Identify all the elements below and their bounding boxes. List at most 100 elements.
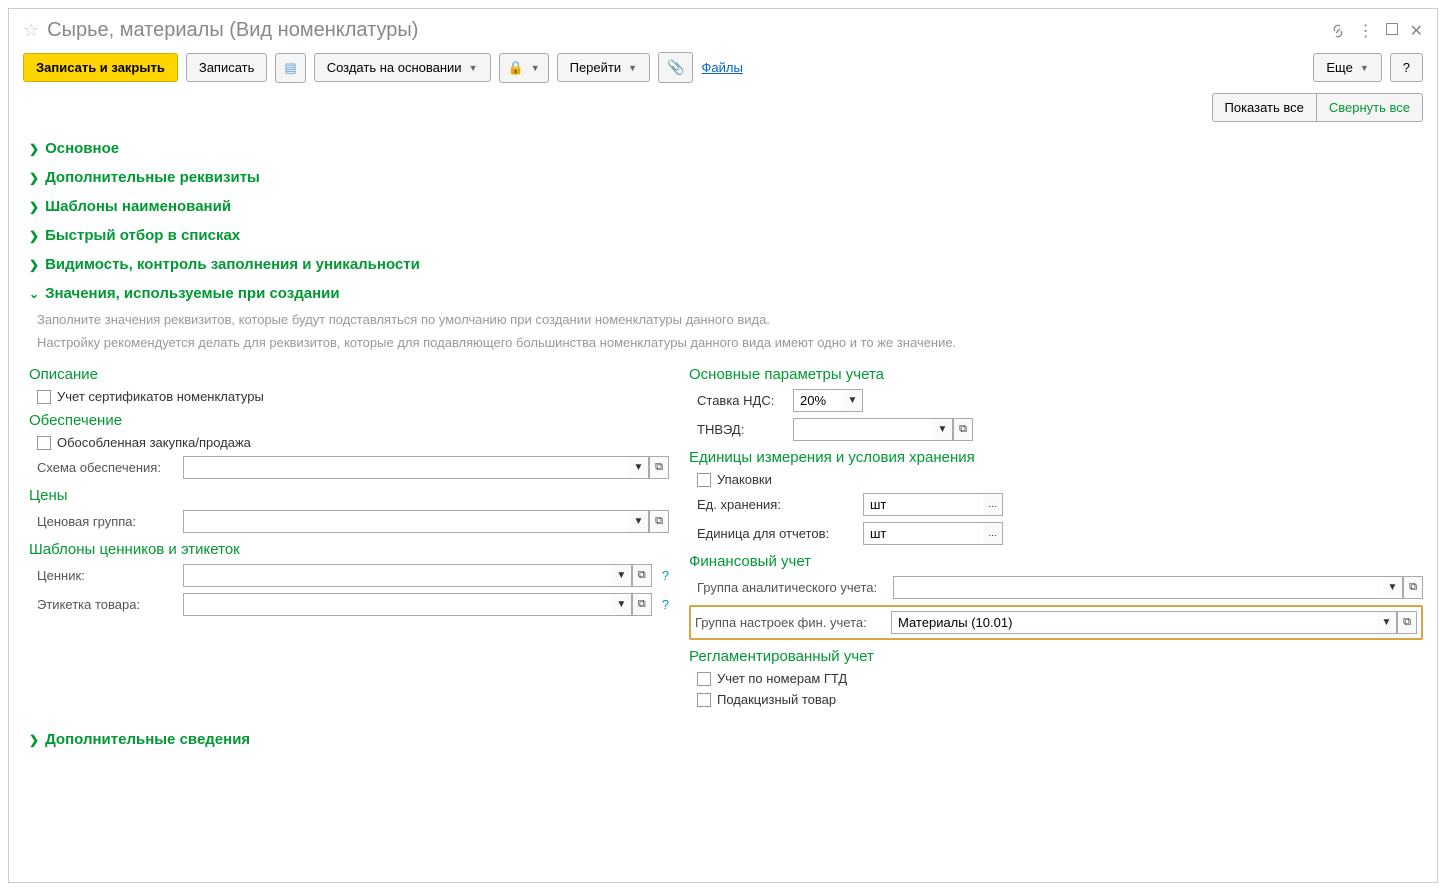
price-tag-row: Ценник: ▼ ⧉ ? bbox=[37, 564, 669, 587]
section-additional[interactable]: ❯Дополнительные реквизиты bbox=[29, 163, 1423, 192]
help-icon[interactable]: ? bbox=[662, 568, 669, 583]
provision-scheme-input[interactable] bbox=[183, 456, 629, 479]
separate-purchase-row: Обособленная закупка/продажа bbox=[37, 435, 669, 450]
help-button[interactable]: ? bbox=[1390, 53, 1423, 82]
prices-title: Цены bbox=[29, 487, 669, 504]
vat-row: Ставка НДС: ▼ bbox=[697, 389, 1423, 412]
vat-input[interactable] bbox=[793, 389, 843, 412]
open-dialog-button[interactable]: ⧉ bbox=[1403, 576, 1423, 599]
lock-dropdown-button[interactable]: 🔒▼ bbox=[499, 53, 549, 83]
cert-accounting-checkbox[interactable] bbox=[37, 390, 51, 404]
left-column: Описание Учет сертификатов номенклатуры … bbox=[29, 358, 669, 713]
goods-label-input-combo: ▼ ⧉ bbox=[183, 593, 652, 616]
chevron-right-icon: ❯ bbox=[29, 229, 39, 243]
save-and-close-button[interactable]: Записать и закрыть bbox=[23, 53, 178, 82]
columns: Описание Учет сертификатов номенклатуры … bbox=[29, 358, 1423, 713]
storage-unit-label: Ед. хранения: bbox=[697, 497, 857, 512]
ellipsis-button[interactable]: ... bbox=[983, 493, 1003, 516]
list-icon: ▤ bbox=[284, 60, 296, 76]
attachment-button[interactable]: 📎 bbox=[658, 52, 693, 83]
analytic-group-input[interactable] bbox=[893, 576, 1383, 599]
excise-label: Подакцизный товар bbox=[717, 692, 836, 707]
price-group-input[interactable] bbox=[183, 510, 629, 533]
dropdown-button[interactable]: ▼ bbox=[1377, 611, 1397, 634]
fin-settings-input[interactable] bbox=[891, 611, 1377, 634]
hint-text-1: Заполните значения реквизитов, которые б… bbox=[37, 312, 1423, 327]
price-group-row: Ценовая группа: ▼ ⧉ bbox=[37, 510, 669, 533]
section-extra-info[interactable]: ❯Дополнительные сведения bbox=[29, 725, 1423, 754]
packaging-checkbox[interactable] bbox=[697, 473, 711, 487]
provision-scheme-row: Схема обеспечения: ▼ ⧉ bbox=[37, 456, 669, 479]
create-based-on-button[interactable]: Создать на основании▼ bbox=[314, 53, 491, 82]
tnved-label: ТНВЭД: bbox=[697, 422, 787, 437]
fin-settings-label: Группа настроек фин. учета: bbox=[695, 615, 885, 630]
separate-purchase-label: Обособленная закупка/продажа bbox=[57, 435, 251, 450]
tnved-input[interactable] bbox=[793, 418, 933, 441]
window-title: Сырье, материалы (Вид номенклатуры) bbox=[47, 19, 1329, 42]
more-button[interactable]: Еще▼ bbox=[1313, 53, 1381, 82]
goto-button[interactable]: Перейти▼ bbox=[557, 53, 650, 82]
maximize-icon[interactable] bbox=[1386, 22, 1398, 40]
cert-accounting-label: Учет сертификатов номенклатуры bbox=[57, 389, 264, 404]
dropdown-button[interactable]: ▼ bbox=[629, 456, 649, 479]
vat-label: Ставка НДС: bbox=[697, 393, 787, 408]
price-tag-input-combo: ▼ ⧉ bbox=[183, 564, 652, 587]
price-tag-input[interactable] bbox=[183, 564, 612, 587]
chevron-down-icon: ▼ bbox=[531, 63, 540, 73]
open-dialog-button[interactable]: ⧉ bbox=[649, 456, 669, 479]
help-icon[interactable]: ? bbox=[662, 597, 669, 612]
chevron-down-icon: ⌄ bbox=[29, 287, 39, 301]
toolbar-right: Еще▼ ? bbox=[1313, 53, 1423, 82]
report-unit-row: Единица для отчетов: ... bbox=[697, 522, 1423, 545]
files-link[interactable]: Файлы bbox=[701, 60, 742, 75]
collapse-all-button[interactable]: Свернуть все bbox=[1316, 93, 1423, 122]
content: ❯Основное ❯Дополнительные реквизиты ❯Шаб… bbox=[23, 134, 1423, 754]
dropdown-button[interactable]: ▼ bbox=[1383, 576, 1403, 599]
dropdown-button[interactable]: ▼ bbox=[612, 564, 632, 587]
main-toolbar: Записать и закрыть Записать ▤ Создать на… bbox=[23, 52, 1423, 83]
section-defaults[interactable]: ⌄Значения, используемые при создании bbox=[29, 279, 1423, 308]
section-name-templates[interactable]: ❯Шаблоны наименований bbox=[29, 192, 1423, 221]
save-button[interactable]: Записать bbox=[186, 53, 268, 82]
units-title: Единицы измерения и условия хранения bbox=[689, 449, 1423, 466]
dropdown-button[interactable]: ▼ bbox=[933, 418, 953, 441]
open-dialog-button[interactable]: ⧉ bbox=[1397, 611, 1417, 634]
paperclip-icon: 📎 bbox=[667, 59, 684, 76]
dropdown-button[interactable]: ▼ bbox=[629, 510, 649, 533]
hint-text-2: Настройку рекомендуется делать для рекви… bbox=[37, 335, 1423, 350]
list-icon-button[interactable]: ▤ bbox=[275, 53, 305, 83]
goods-label-input[interactable] bbox=[183, 593, 612, 616]
cert-accounting-row: Учет сертификатов номенклатуры bbox=[37, 389, 669, 404]
ellipsis-button[interactable]: ... bbox=[983, 522, 1003, 545]
tags-title: Шаблоны ценников и этикеток bbox=[29, 541, 669, 558]
goods-label-row: Этикетка товара: ▼ ⧉ ? bbox=[37, 593, 669, 616]
regulated-title: Регламентированный учет bbox=[689, 648, 1423, 665]
report-unit-input[interactable] bbox=[863, 522, 983, 545]
close-icon[interactable]: ✕ bbox=[1410, 21, 1423, 41]
section-main[interactable]: ❯Основное bbox=[29, 134, 1423, 163]
excise-checkbox[interactable] bbox=[697, 693, 711, 707]
analytic-group-label: Группа аналитического учета: bbox=[697, 580, 887, 595]
link-icon[interactable] bbox=[1330, 23, 1346, 39]
goods-label-label: Этикетка товара: bbox=[37, 597, 177, 612]
section-visibility[interactable]: ❯Видимость, контроль заполнения и уникал… bbox=[29, 250, 1423, 279]
open-dialog-button[interactable]: ⧉ bbox=[632, 593, 652, 616]
section-quick-filter[interactable]: ❯Быстрый отбор в списках bbox=[29, 221, 1423, 250]
show-all-button[interactable]: Показать все bbox=[1212, 93, 1317, 122]
separate-purchase-checkbox[interactable] bbox=[37, 436, 51, 450]
dropdown-button[interactable]: ▼ bbox=[612, 593, 632, 616]
gtd-checkbox[interactable] bbox=[697, 672, 711, 686]
dropdown-button[interactable]: ▼ bbox=[843, 389, 863, 412]
open-dialog-button[interactable]: ⧉ bbox=[953, 418, 973, 441]
open-dialog-button[interactable]: ⧉ bbox=[632, 564, 652, 587]
chevron-right-icon: ❯ bbox=[29, 171, 39, 185]
open-dialog-button[interactable]: ⧉ bbox=[649, 510, 669, 533]
favorite-star-icon[interactable]: ☆ bbox=[23, 20, 39, 41]
gtd-label: Учет по номерам ГТД bbox=[717, 671, 847, 686]
kebab-menu-icon[interactable]: ⋮ bbox=[1358, 21, 1374, 41]
expand-collapse-group: Показать все Свернуть все bbox=[1212, 93, 1424, 122]
price-tag-label: Ценник: bbox=[37, 568, 177, 583]
titlebar: ☆ Сырье, материалы (Вид номенклатуры) ⋮ … bbox=[23, 19, 1423, 42]
storage-unit-input[interactable] bbox=[863, 493, 983, 516]
chevron-right-icon: ❯ bbox=[29, 733, 39, 747]
